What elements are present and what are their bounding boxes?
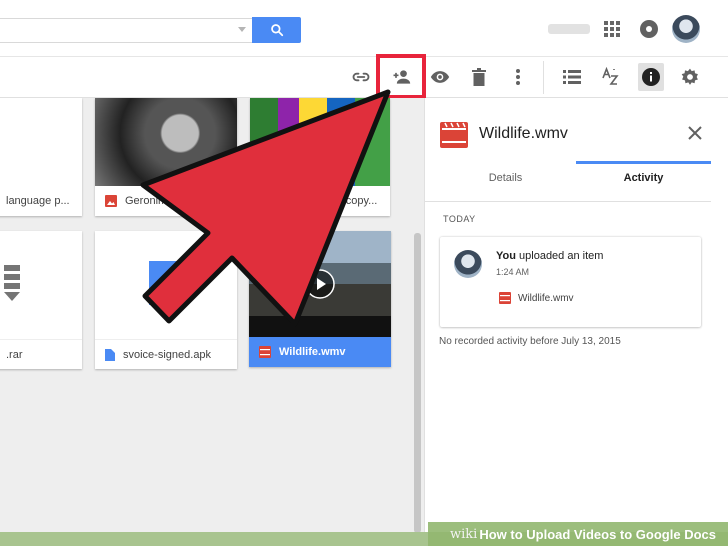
activity-card: You uploaded an item 1:24 AM Wildlife.wm…	[440, 237, 701, 327]
activity-description: You uploaded an item	[496, 250, 603, 262]
file-tile[interactable]: Geronimo Ro...	[95, 98, 237, 216]
tab-activity[interactable]: Activity	[576, 172, 711, 184]
activity-time: 1:24 AM	[496, 267, 530, 277]
gear-glyph	[681, 68, 698, 85]
more-vert-icon[interactable]	[506, 65, 530, 89]
sort-az-glyph	[602, 67, 619, 85]
file-tile[interactable]: svoice-signed.apk	[95, 231, 237, 369]
eye-glyph	[430, 71, 450, 83]
info-icon[interactable]	[638, 63, 664, 91]
panel-title: Wildlife.wmv	[479, 125, 568, 142]
caption-text: How to Upload Videos to Google Docs	[479, 526, 716, 542]
file-name: language p...	[0, 186, 82, 216]
generic-file-icon	[105, 348, 115, 361]
search-icon	[270, 24, 283, 37]
list-glyph	[563, 70, 581, 84]
link-icon[interactable]	[349, 65, 373, 89]
file-grid: language p... Geronimo Ro... ...y copy..…	[0, 98, 424, 532]
archive-file-icon	[4, 265, 20, 301]
activity-file-name: Wildlife.wmv	[518, 292, 574, 304]
preview-eye-icon[interactable]	[428, 65, 452, 89]
file-toolbar	[0, 57, 728, 98]
video-file-icon	[499, 292, 511, 304]
avatar	[454, 250, 482, 278]
file-name: Wildlife.wmv	[249, 337, 391, 367]
activity-actor: You	[496, 250, 516, 262]
notifications-icon[interactable]	[640, 20, 658, 38]
file-name: ...y copy...	[250, 186, 390, 216]
file-name-text: ...y copy...	[328, 195, 378, 207]
video-file-icon	[259, 346, 271, 358]
toolbar-divider	[543, 61, 544, 94]
file-name-text: .rar	[6, 348, 23, 361]
document-thumbnail	[250, 98, 390, 186]
file-name: svoice-signed.apk	[95, 339, 237, 369]
activity-action: uploaded an item	[515, 250, 604, 262]
search-input[interactable]	[0, 18, 253, 43]
apk-preview	[149, 261, 183, 305]
caption-bar: wiki How to Upload Videos to Google Docs	[428, 522, 728, 546]
share-button-highlight	[376, 54, 426, 99]
wiki-logo: wiki	[450, 526, 478, 542]
file-tile[interactable]: .rar	[0, 231, 82, 369]
account-name-blurred	[548, 24, 590, 34]
tab-details[interactable]: Details	[438, 172, 573, 184]
file-tile[interactable]: language p...	[0, 98, 82, 216]
more-vert-glyph	[516, 69, 520, 85]
trash-icon[interactable]	[467, 65, 491, 89]
apps-grid-icon[interactable]	[604, 21, 620, 37]
file-name: .rar	[0, 339, 82, 369]
search-button[interactable]	[252, 17, 301, 43]
details-panel: Wildlife.wmv Details Activity TODAY You …	[424, 98, 728, 532]
video-thumbnail	[249, 231, 391, 337]
file-name-text: Wildlife.wmv	[279, 346, 346, 358]
file-tile-selected[interactable]: Wildlife.wmv	[249, 231, 391, 367]
image-thumbnail	[95, 98, 237, 186]
activity-file-link[interactable]: Wildlife.wmv	[499, 292, 574, 304]
app-window: language p... Geronimo Ro... ...y copy..…	[0, 0, 728, 532]
file-name: Geronimo Ro...	[95, 186, 237, 216]
link-icon-glyph	[352, 72, 370, 82]
file-name-text: Geronimo Ro...	[125, 195, 200, 207]
image-file-icon	[105, 195, 117, 207]
file-name-text: language p...	[6, 195, 70, 207]
video-file-icon	[440, 122, 468, 148]
no-activity-note: No recorded activity before July 13, 201…	[439, 336, 621, 347]
grid-scrollbar[interactable]	[414, 233, 421, 532]
sort-az-icon[interactable]	[599, 65, 623, 89]
file-name-text: svoice-signed.apk	[123, 348, 212, 361]
settings-gear-icon[interactable]	[678, 65, 702, 89]
play-icon[interactable]	[305, 269, 335, 299]
top-bar	[0, 0, 728, 57]
info-glyph	[642, 68, 660, 86]
file-tile[interactable]: ...y copy...	[250, 98, 390, 216]
trash-glyph	[472, 68, 486, 86]
section-label-today: TODAY	[443, 214, 476, 224]
account-avatar[interactable]	[672, 15, 700, 43]
close-icon[interactable]	[687, 125, 703, 141]
list-view-icon[interactable]	[560, 65, 584, 89]
search-options-dropdown-icon[interactable]	[238, 27, 246, 32]
active-tab-indicator	[576, 161, 711, 164]
